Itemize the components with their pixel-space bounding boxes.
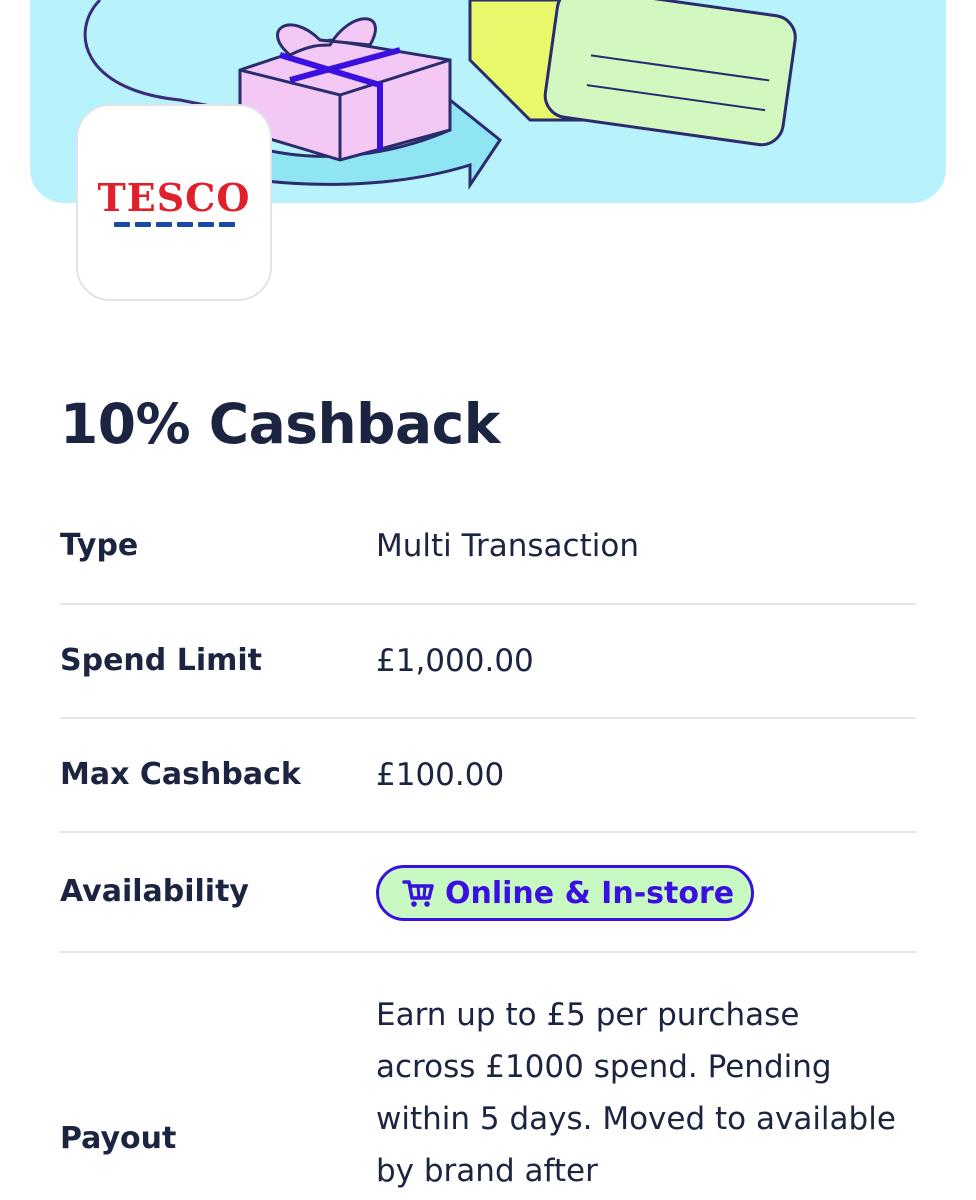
detail-label: Max Cashback [60, 757, 301, 792]
detail-value: £1,000.00 [376, 643, 534, 679]
detail-row-payout: Payout Earn up to £5 per purchase across… [60, 953, 916, 1200]
tesco-logo: TESCO [97, 174, 251, 227]
detail-row-availability: Availability Online & In-store [60, 833, 916, 953]
availability-badge-label: Online & In-store [445, 875, 735, 911]
offer-details-table: Type Multi Transaction Spend Limit £1,00… [60, 490, 916, 1200]
brand-logo-tile[interactable]: TESCO [76, 104, 272, 301]
logo-wordmark: TESCO [97, 174, 251, 220]
offer-title: 10% Cashback [60, 392, 500, 456]
shopping-cart-icon [402, 880, 434, 907]
detail-label: Spend Limit [60, 643, 262, 678]
detail-value: £100.00 [376, 757, 505, 793]
detail-label: Type [60, 528, 139, 563]
detail-label: Payout [60, 1121, 177, 1156]
detail-row-spend-limit: Spend Limit £1,000.00 [60, 605, 916, 719]
detail-value: Earn up to £5 per purchase across £1000 … [376, 997, 896, 1189]
detail-row-max-cashback: Max Cashback £100.00 [60, 719, 916, 833]
detail-label: Availability [60, 874, 249, 909]
availability-badge: Online & In-store [376, 865, 754, 921]
logo-stripes [113, 221, 235, 227]
detail-row-type: Type Multi Transaction [60, 490, 916, 605]
detail-value: Multi Transaction [376, 528, 639, 564]
